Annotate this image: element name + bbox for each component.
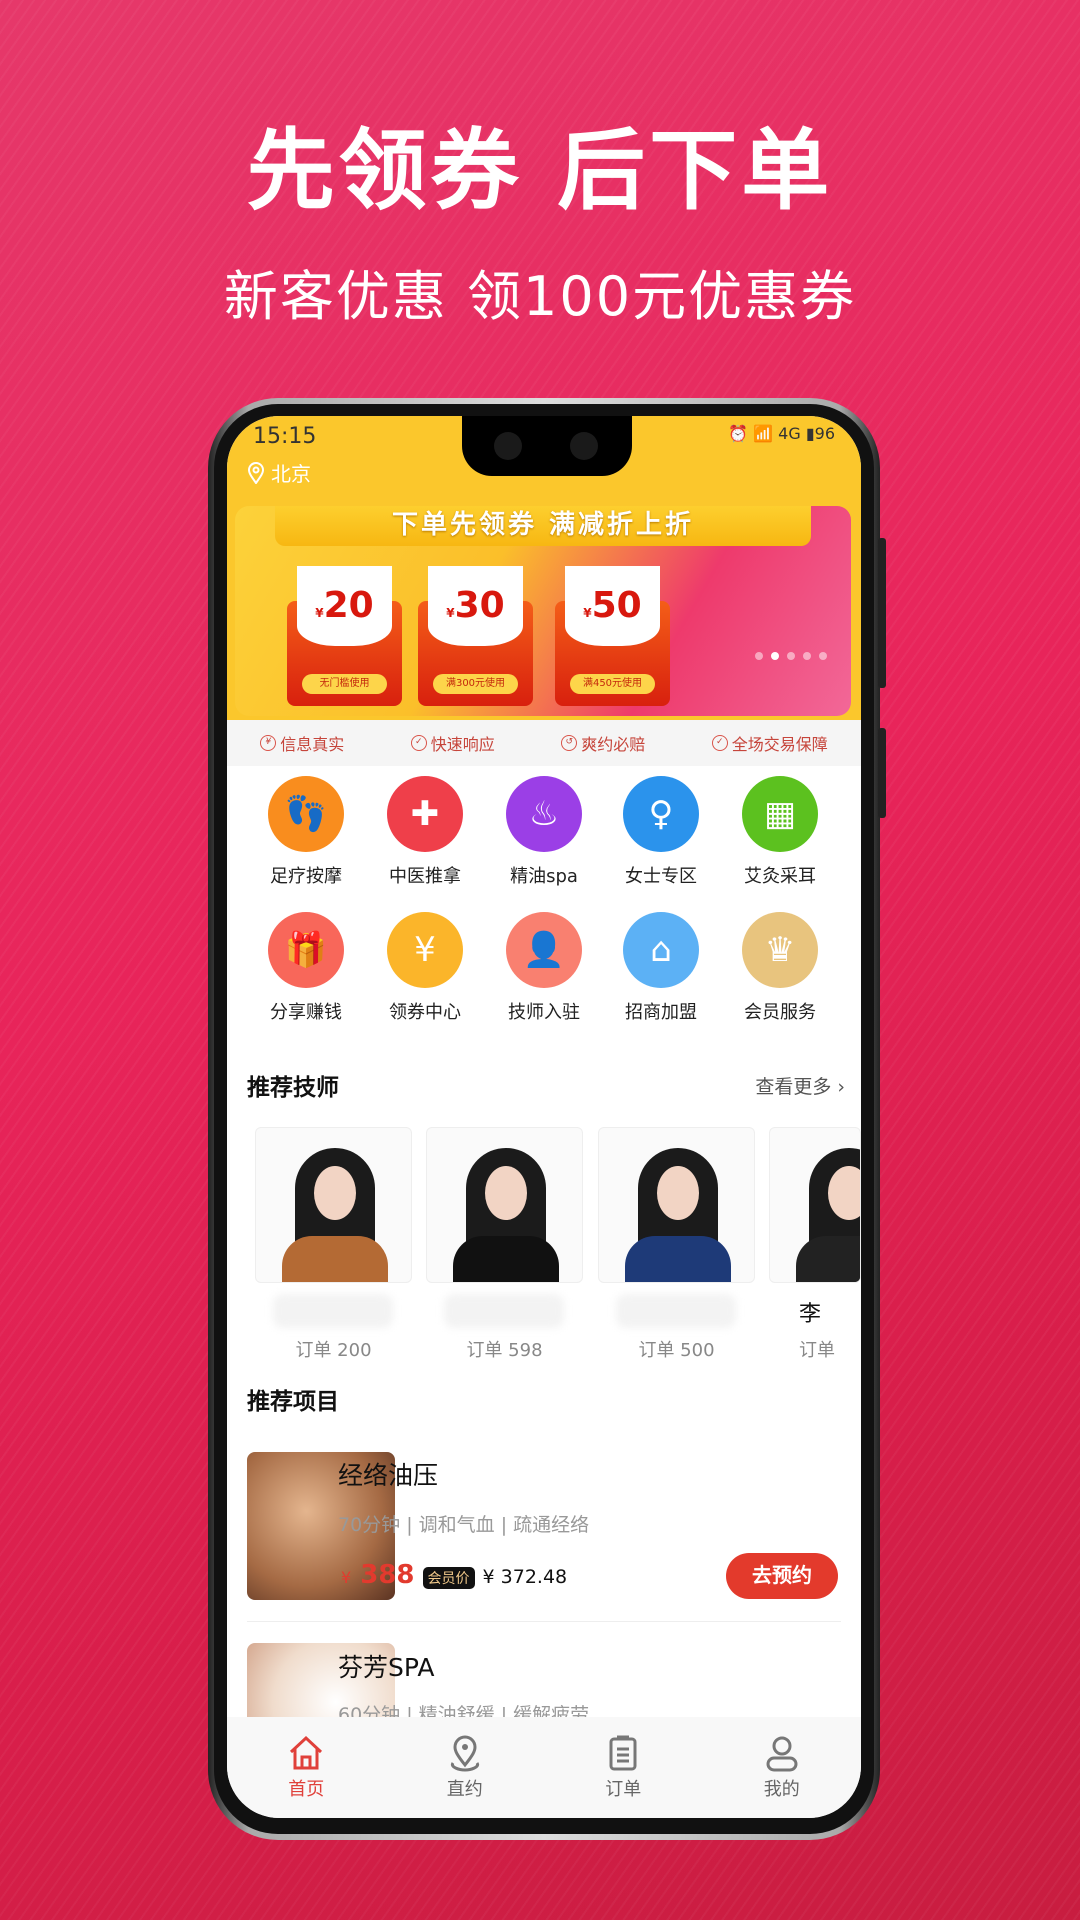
woman-icon: ♀ <box>623 776 699 852</box>
guarantee-item: ✓ 快速响应 <box>410 731 495 755</box>
technician-card[interactable] <box>255 1127 412 1283</box>
technician-orders: 订单 <box>799 1340 835 1361</box>
shield-icon: ✓ <box>410 735 427 751</box>
grid-plus-icon: ▦ <box>742 776 818 852</box>
coupon-icon: ¥ <box>387 912 463 988</box>
technician-name-redacted <box>616 1294 736 1328</box>
technicians-title: 推荐技师 <box>247 1075 339 1101</box>
technician-name: 李 <box>799 1302 822 1327</box>
shield-icon: ✓ <box>711 735 728 751</box>
coupon-condition: 无门槛使用 <box>302 674 387 694</box>
category-grid-plus[interactable]: ▦ 艾灸采耳 <box>725 776 835 888</box>
coupon-banner[interactable]: 下单先领券 满减折上折 ¥20 无门槛使用 ¥30 满300元使用 ¥50 满450元使用 <box>235 506 851 716</box>
technician-name-redacted <box>273 1294 393 1328</box>
price: ¥ 388 <box>341 1560 415 1590</box>
promo-headline: 先领券 后下单 <box>246 119 834 222</box>
location-pin-icon <box>450 1735 479 1772</box>
guarantee-item: ¥ 信息真实 <box>260 731 344 755</box>
category-crown[interactable]: ♛ 会员服务 <box>725 912 835 1024</box>
crown-icon: ♛ <box>742 912 818 988</box>
tab-orders[interactable]: 订单 <box>544 1717 703 1818</box>
carousel-dot[interactable] <box>787 652 795 660</box>
guarantee-bar: ¥ 信息真实 ✓ 快速响应 ↺ 爽约必赔 ✓ 全场交易保障 <box>227 720 861 766</box>
category-user-add[interactable]: 👤 技师入驻 <box>489 912 599 1024</box>
vip-price: ¥ 372.48 <box>482 1566 568 1588</box>
technician-photo <box>625 1148 731 1282</box>
doctor-icon: ✚ <box>387 776 463 852</box>
projects-title: 推荐项目 <box>247 1389 339 1415</box>
technician-orders: 订单 200 <box>295 1340 372 1361</box>
project-desc: 70分钟 | 调和气血 | 疏通经络 <box>338 1514 590 1536</box>
promo-subtitle: 新客优惠 领100元优惠券 <box>223 265 857 328</box>
technician-photo <box>453 1148 559 1282</box>
category-store[interactable]: ⌂ 招商加盟 <box>606 912 716 1024</box>
bottom-tab-bar: 首页 直约 订单 我的 <box>227 1717 861 1818</box>
technician-orders: 订单 500 <box>638 1340 715 1361</box>
store-icon: ⌂ <box>623 912 699 988</box>
coupon-card[interactable]: ¥30 满300元使用 <box>418 566 533 706</box>
carousel-dot[interactable] <box>755 652 763 660</box>
carousel-dot[interactable] <box>819 652 827 660</box>
coupon-condition: 满450元使用 <box>570 674 655 694</box>
gift-icon: 🎁 <box>268 912 344 988</box>
clipboard-icon <box>609 1735 637 1771</box>
app-screen: 15:15 ⏰ 📶 4G ▮96 北京 下单先领券 满减折上折 ¥20 无门槛使用… <box>227 416 861 1818</box>
technician-card[interactable] <box>769 1127 861 1283</box>
shield-icon: ¥ <box>260 735 277 751</box>
carousel-dots[interactable] <box>755 652 827 660</box>
guarantee-item: ↺ 爽约必赔 <box>561 731 645 755</box>
status-icons: ⏰ 📶 4G ▮96 <box>728 424 835 443</box>
project-name[interactable]: 芬芳SPA <box>338 1648 434 1684</box>
divider <box>247 1621 841 1622</box>
user-add-icon: 👤 <box>506 912 582 988</box>
coupon-card[interactable]: ¥20 无门槛使用 <box>287 566 402 706</box>
tab-profile[interactable]: 我的 <box>703 1717 862 1818</box>
feet-icon: 👣 <box>268 776 344 852</box>
see-more-link[interactable]: 查看更多 › <box>755 1072 845 1099</box>
coupon-card[interactable]: ¥50 满450元使用 <box>555 566 670 706</box>
status-time: 15:15 <box>253 424 317 449</box>
technician-photo <box>796 1148 860 1282</box>
technician-card[interactable] <box>598 1127 755 1283</box>
location-selector[interactable]: 北京 <box>247 458 311 487</box>
shield-icon: ↺ <box>561 735 578 751</box>
category-doctor[interactable]: ✚ 中医推拿 <box>370 776 480 888</box>
category-massage[interactable]: ♨ 精油spa <box>489 776 599 888</box>
technician-photo <box>282 1148 388 1282</box>
vip-badge: 会员价 <box>422 1567 475 1589</box>
technician-card[interactable] <box>426 1127 583 1283</box>
category-gift[interactable]: 🎁 分享赚钱 <box>251 912 361 1024</box>
coupon-condition: 满300元使用 <box>433 674 518 694</box>
carousel-dot[interactable] <box>803 652 811 660</box>
banner-title: 下单先领券 满减折上折 <box>275 506 811 546</box>
tab-home[interactable]: 首页 <box>227 1717 386 1818</box>
user-icon <box>766 1736 798 1772</box>
home-icon <box>290 1735 323 1770</box>
book-button[interactable]: 去预约 <box>726 1553 838 1599</box>
camera-notch <box>462 416 632 476</box>
category-feet[interactable]: 👣 足疗按摩 <box>251 776 361 888</box>
battery-level: 96 <box>814 424 835 443</box>
technician-orders: 订单 598 <box>466 1340 543 1361</box>
carousel-dot[interactable] <box>771 652 779 660</box>
project-name[interactable]: 经络油压 <box>338 1456 438 1492</box>
guarantee-item: ✓ 全场交易保障 <box>711 731 828 755</box>
category-coupon[interactable]: ¥ 领券中心 <box>370 912 480 1024</box>
tab-direct[interactable]: 直约 <box>386 1717 545 1818</box>
massage-icon: ♨ <box>506 776 582 852</box>
price-row: ¥ 388 会员价 ¥ 372.48 <box>341 1560 567 1590</box>
category-woman[interactable]: ♀ 女士专区 <box>606 776 716 888</box>
technician-name-redacted <box>444 1294 564 1328</box>
location-pin-icon <box>247 461 265 484</box>
